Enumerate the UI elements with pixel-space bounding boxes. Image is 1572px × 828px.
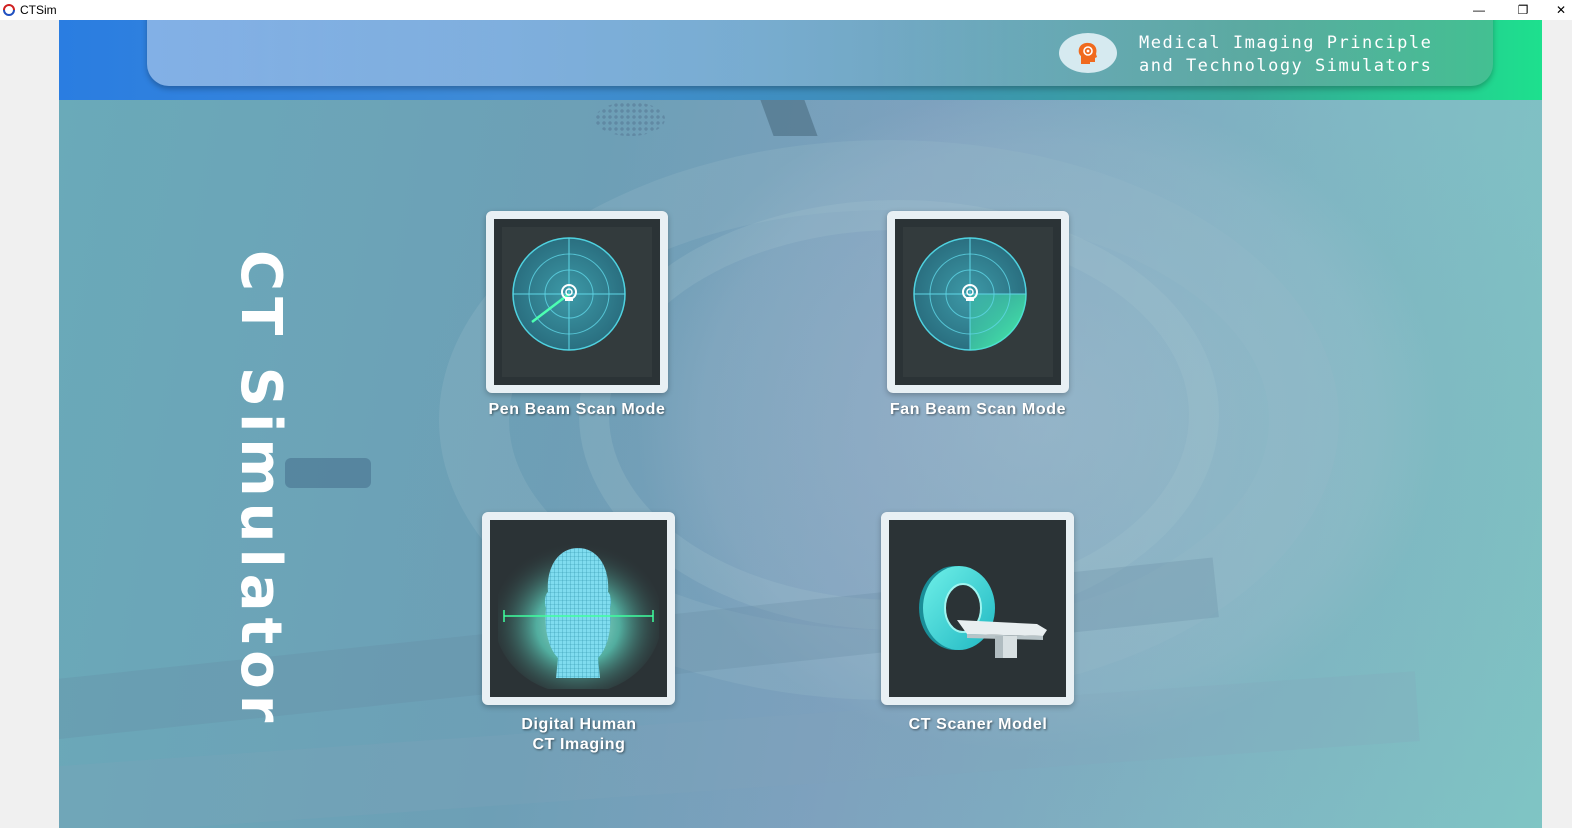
close-icon: ✕ [1555,3,1567,17]
ct-scanner-model-label[interactable]: CT Scaner Model [877,715,1079,735]
ct-scanner-icon [897,528,1058,689]
digital-human-label-line1: Digital Human [521,716,637,733]
app-icon [3,4,15,16]
digital-human-tile-image [498,528,659,689]
app-canvas: Medical Imaging Principle and Technology… [59,20,1542,828]
digital-human-tile[interactable] [482,512,675,705]
minimize-button[interactable]: — [1464,0,1494,20]
pen-beam-radar-icon [502,227,652,377]
digital-human-label[interactable]: Digital Human CT Imaging [479,715,679,755]
pen-beam-scan-tile[interactable] [486,211,668,393]
minimize-icon: — [1473,3,1485,17]
fan-beam-tile-image [903,227,1053,377]
digital-human-label-line2: CT Imaging [532,736,626,753]
digital-head-scan-icon [498,528,659,689]
header-title: Medical Imaging Principle and Technology… [1139,32,1432,78]
app-header: Medical Imaging Principle and Technology… [59,20,1542,100]
background-detail [760,100,818,136]
fan-beam-scan-label[interactable]: Fan Beam Scan Mode [877,400,1079,420]
head-gear-icon [1059,33,1117,73]
window-titlebar: CTSim — ❐ ✕ [0,0,1572,20]
pen-beam-scan-label[interactable]: Pen Beam Scan Mode [477,400,677,420]
ct-scanner-tile-image [897,528,1058,689]
fan-beam-scan-tile[interactable] [887,211,1069,393]
side-title-text: CT Simulator [228,250,293,729]
header-title-line1: Medical Imaging Principle [1139,33,1433,53]
side-title: CT Simulator [228,250,315,728]
pen-beam-tile-image [502,227,652,377]
close-button[interactable]: ✕ [1550,0,1572,20]
header-title-line2: and Technology Simulators [1139,56,1433,76]
restore-icon: ❐ [1517,3,1529,17]
ct-scanner-model-tile[interactable] [881,512,1074,705]
background-vent [595,102,665,136]
fan-beam-radar-icon [903,227,1053,377]
window-title: CTSim [20,3,57,17]
restore-button[interactable]: ❐ [1508,0,1538,20]
